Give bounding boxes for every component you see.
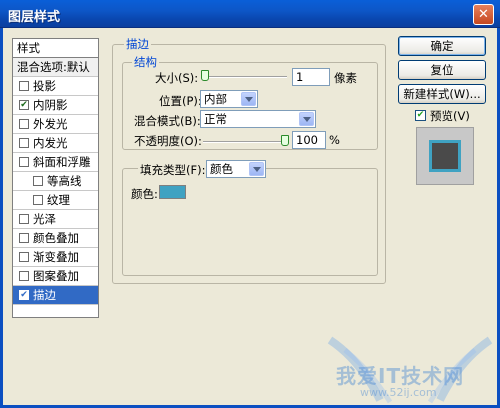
style-list-item-label: 图案叠加: [33, 269, 79, 283]
opacity-input[interactable]: 100: [292, 131, 326, 149]
style-list-item-label: 描边: [33, 288, 56, 302]
watermark-text: 我爱IT技术网: [336, 364, 465, 388]
style-list-item[interactable]: ✔ 内阴影: [13, 96, 98, 115]
watermark-url: www.52ij.com: [360, 386, 437, 399]
style-list-item-label: 颜色叠加: [33, 231, 79, 245]
style-list-item-label: 纹理: [47, 193, 70, 207]
style-checkbox[interactable]: [19, 81, 29, 91]
new-style-button[interactable]: 新建样式(W)...: [398, 84, 486, 104]
size-slider-track[interactable]: [203, 76, 287, 78]
opacity-slider-thumb[interactable]: [281, 135, 289, 146]
style-list-item[interactable]: 光泽: [13, 210, 98, 229]
size-input[interactable]: 1: [292, 68, 330, 86]
style-list-item[interactable]: 内发光: [13, 134, 98, 153]
style-list-item[interactable]: 纹理: [13, 191, 98, 210]
fill-type-select[interactable]: 颜色: [206, 160, 266, 178]
style-preview-thumbnail: [416, 127, 474, 185]
style-list-item-label: 渐变叠加: [33, 250, 79, 264]
style-list-item[interactable]: 图案叠加: [13, 267, 98, 286]
title-bar[interactable]: 图层样式 ✕: [0, 0, 500, 28]
position-label: 位置(P):: [159, 94, 202, 108]
position-select[interactable]: 内部: [200, 90, 258, 108]
opacity-unit: %: [329, 133, 340, 147]
style-list-item[interactable]: ✔ 描边: [13, 286, 98, 305]
chevron-down-icon: [299, 112, 314, 126]
style-list: 样式 混合选项:默认 投影 ✔ 内阴影外发光内发光斜面和浮雕等高线纹理光泽颜色叠加渐…: [12, 38, 99, 318]
style-list-item[interactable]: 颜色叠加: [13, 229, 98, 248]
blend-options-label: 混合选项:默认: [17, 60, 90, 74]
position-select-value: 内部: [204, 92, 227, 106]
fill-type-label: 填充类型(F):: [138, 162, 208, 178]
style-list-item-label: 外发光: [33, 117, 68, 131]
color-swatch[interactable]: [159, 185, 186, 199]
ok-button[interactable]: 确定: [398, 36, 486, 56]
style-list-item[interactable]: 外发光: [13, 115, 98, 134]
preview-label: 预览(V): [430, 109, 470, 123]
blend-mode-label: 混合模式(B):: [134, 114, 201, 128]
stroke-group-title: 描边: [124, 36, 151, 52]
style-list-header[interactable]: 样式: [13, 39, 98, 58]
size-label: 大小(S):: [155, 71, 199, 85]
structure-group-title: 结构: [132, 54, 159, 70]
style-list-item-label: 光泽: [33, 212, 56, 226]
style-list-item[interactable]: 斜面和浮雕: [13, 153, 98, 172]
style-list-item-label: 斜面和浮雕: [33, 155, 91, 169]
style-list-item-label: 等高线: [47, 174, 82, 188]
color-label: 颜色:: [131, 187, 158, 201]
style-checkbox[interactable]: [33, 195, 43, 205]
style-checkbox[interactable]: [33, 176, 43, 186]
chevron-down-icon: [241, 92, 256, 106]
chevron-down-icon: [249, 162, 264, 176]
style-checkbox[interactable]: [19, 252, 29, 262]
close-icon[interactable]: ✕: [473, 4, 494, 25]
window-title: 图层样式: [8, 10, 61, 25]
blend-mode-select-value: 正常: [204, 112, 227, 126]
size-slider-thumb[interactable]: [201, 70, 209, 81]
opacity-slider-track[interactable]: [203, 141, 287, 143]
style-list-item[interactable]: 投影: [13, 77, 98, 96]
style-checkbox[interactable]: ✔: [19, 100, 29, 110]
style-checkbox[interactable]: [19, 214, 29, 224]
style-checkbox[interactable]: [19, 119, 29, 129]
opacity-label: 不透明度(O):: [134, 134, 202, 148]
blend-options-item[interactable]: 混合选项:默认: [13, 58, 98, 77]
style-checkbox[interactable]: [19, 271, 29, 281]
style-list-item[interactable]: 等高线: [13, 172, 98, 191]
style-list-item-label: 内阴影: [33, 98, 68, 112]
style-checkbox[interactable]: [19, 138, 29, 148]
style-checkbox[interactable]: [19, 233, 29, 243]
reset-button[interactable]: 复位: [398, 60, 486, 80]
preview-checkbox[interactable]: ✔: [415, 110, 426, 121]
style-checkbox[interactable]: ✔: [19, 290, 29, 300]
style-list-item-label: 内发光: [33, 136, 68, 150]
style-preview-swatch: [429, 140, 461, 172]
blend-mode-select[interactable]: 正常: [200, 110, 316, 128]
style-list-header-label: 样式: [17, 41, 40, 55]
style-list-item[interactable]: 渐变叠加: [13, 248, 98, 267]
style-checkbox[interactable]: [19, 157, 29, 167]
fill-type-select-value: 颜色: [210, 162, 233, 176]
size-unit: 像素: [334, 71, 357, 85]
style-list-item-label: 投影: [33, 79, 56, 93]
